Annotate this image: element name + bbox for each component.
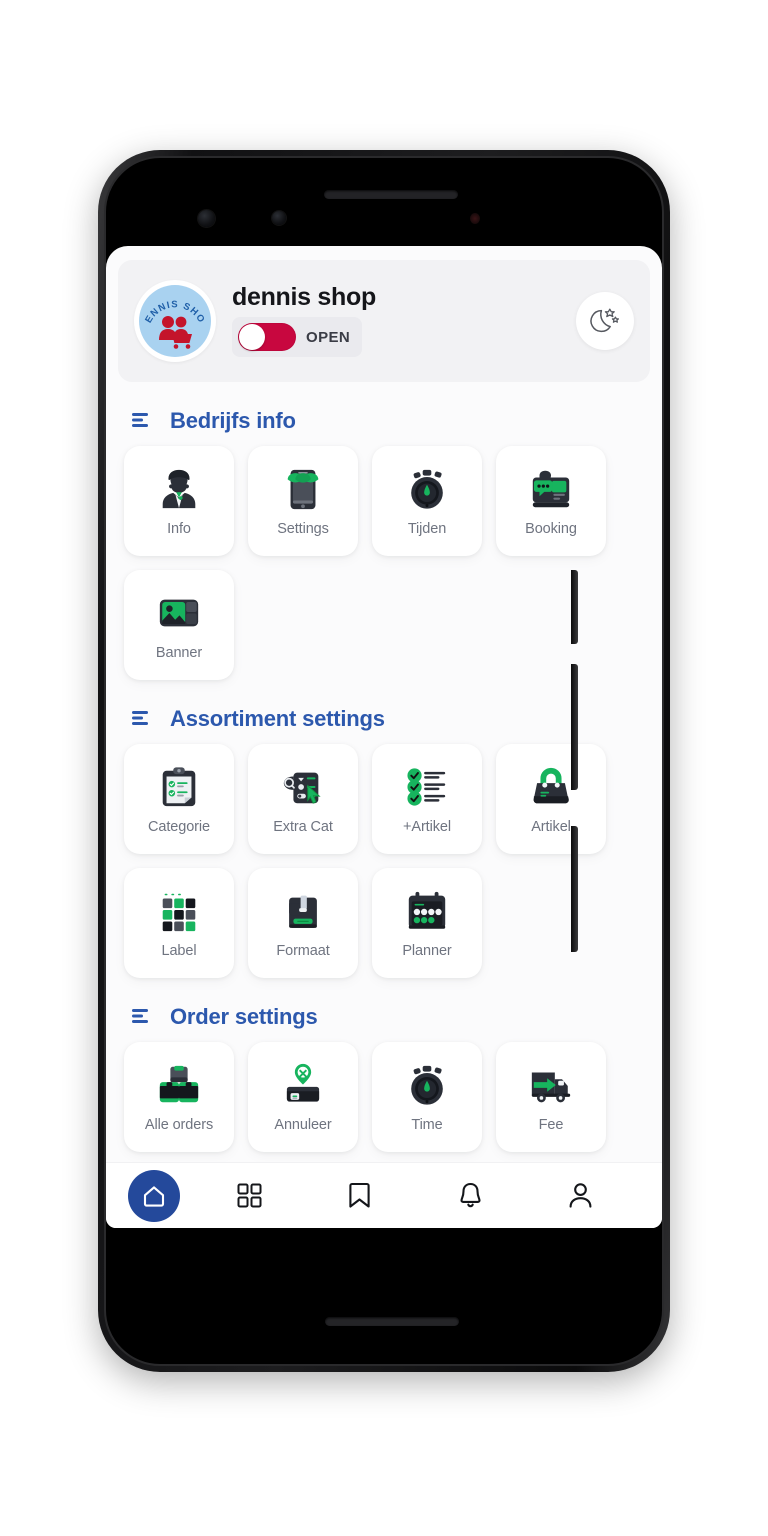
tile-grid-bedrijfs-info: Info Settings Tijden Booking Banner bbox=[106, 446, 662, 680]
stopwatch-icon bbox=[411, 1065, 443, 1105]
search-list-cursor-icon bbox=[283, 772, 321, 804]
section-header-bedrijfs-info: Bedrijfs info bbox=[106, 382, 662, 446]
page-title: dennis shop bbox=[232, 283, 376, 311]
screenshot-canvas: DENNIS SHOP bbox=[0, 0, 768, 1536]
tile-info[interactable]: Info bbox=[124, 446, 234, 556]
tile-label: Extra Cat bbox=[273, 818, 333, 835]
shop-logo-icon: DENNIS SHOP bbox=[139, 285, 211, 357]
open-status-toggle[interactable]: OPEN bbox=[232, 317, 363, 357]
tile-label: Fee bbox=[538, 1116, 564, 1133]
bottom-speaker bbox=[325, 1317, 459, 1326]
tile-alle-orders[interactable]: Alle orders bbox=[124, 1042, 234, 1152]
tile-grid-order-settings: Alle orders Annuleer Time Fee bbox=[106, 1042, 662, 1152]
phone-screen-bezel: DENNIS SHOP bbox=[104, 156, 664, 1366]
moon-stars-icon bbox=[590, 308, 619, 333]
volume-down-button[interactable] bbox=[571, 664, 578, 790]
shop-identity: dennis shop OPEN bbox=[232, 285, 376, 357]
tile-fee[interactable]: Fee bbox=[496, 1042, 606, 1152]
tile-extra-cat[interactable]: Extra Cat bbox=[248, 744, 358, 854]
bell-icon bbox=[460, 1182, 481, 1208]
delivery-truck-arrow-icon bbox=[531, 1072, 571, 1102]
tile-label: Info bbox=[167, 520, 191, 537]
tile-annuleer[interactable]: Annuleer bbox=[248, 1042, 358, 1152]
shop-header-card: DENNIS SHOP bbox=[118, 260, 650, 382]
storefront-icon bbox=[287, 469, 319, 509]
avatar[interactable]: DENNIS SHOP bbox=[134, 280, 216, 362]
tile-label: Settings bbox=[277, 520, 329, 537]
tile-label: Categorie bbox=[148, 818, 210, 835]
toggle-switch-on[interactable] bbox=[238, 323, 296, 351]
tile-label: Label bbox=[161, 942, 197, 959]
home-icon bbox=[143, 1185, 165, 1207]
image-placeholder-icon bbox=[159, 599, 199, 626]
tile-label-tile[interactable]: Label bbox=[124, 868, 234, 978]
power-button[interactable] bbox=[571, 826, 578, 952]
clipboard-checklist-icon bbox=[162, 766, 196, 806]
list-lines-icon bbox=[132, 413, 148, 427]
nav-item-profile[interactable] bbox=[526, 1163, 637, 1228]
tile-label: Banner bbox=[155, 644, 203, 661]
bookmark-icon bbox=[349, 1182, 370, 1208]
tile-banner[interactable]: Banner bbox=[124, 570, 234, 680]
tile-label: Booking bbox=[525, 520, 577, 537]
grid-icon bbox=[237, 1183, 262, 1208]
tile-label: Annuleer bbox=[274, 1116, 332, 1133]
app-screen: DENNIS SHOP bbox=[106, 246, 662, 1228]
person-suit-icon bbox=[162, 469, 196, 508]
nav-item-apps[interactable] bbox=[194, 1163, 305, 1228]
package-box-icon bbox=[289, 895, 317, 928]
scroll-content[interactable]: DENNIS SHOP bbox=[106, 246, 662, 1162]
nav-item-home[interactable] bbox=[128, 1163, 180, 1228]
box-cancel-pin-icon bbox=[286, 1063, 320, 1102]
shopping-bag-icon bbox=[533, 767, 569, 803]
indicator-led-icon bbox=[470, 213, 480, 224]
phone-device-frame: DENNIS SHOP bbox=[98, 150, 670, 1372]
tile-planner[interactable]: Planner bbox=[372, 868, 482, 978]
boxes-stack-icon bbox=[159, 1065, 199, 1102]
chat-booking-icon bbox=[532, 470, 570, 507]
night-mode-button[interactable] bbox=[576, 292, 634, 350]
tile-time[interactable]: Time bbox=[372, 1042, 482, 1152]
tile-categorie[interactable]: Categorie bbox=[124, 744, 234, 854]
tile-tijden[interactable]: Tijden bbox=[372, 446, 482, 556]
tile-formaat[interactable]: Formaat bbox=[248, 868, 358, 978]
section-title: Order settings bbox=[170, 1004, 318, 1029]
tile-label: Artikel bbox=[531, 818, 571, 835]
tile-label: Alle orders bbox=[144, 1116, 214, 1133]
tile-label: Tijden bbox=[407, 520, 447, 537]
earpiece-speaker bbox=[324, 190, 458, 199]
nav-item-bookmarks[interactable] bbox=[305, 1163, 416, 1228]
tile-label: Planner bbox=[402, 942, 452, 959]
section-title: Assortiment settings bbox=[170, 706, 385, 731]
status-badge: OPEN bbox=[306, 328, 351, 346]
checklist-lines-icon bbox=[407, 767, 446, 806]
volume-up-button[interactable] bbox=[571, 570, 578, 644]
stopwatch-icon bbox=[411, 469, 443, 509]
bottom-navigation-bar bbox=[106, 1162, 662, 1228]
nav-item-notifications[interactable] bbox=[415, 1163, 526, 1228]
tile-label: +Artikel bbox=[403, 818, 451, 835]
tile-label: Formaat bbox=[276, 942, 330, 959]
tile-artikel[interactable]: Artikel bbox=[496, 744, 606, 854]
front-camera-icon bbox=[198, 210, 215, 227]
sensor-icon bbox=[272, 211, 286, 225]
list-lines-icon bbox=[132, 711, 148, 725]
list-lines-icon bbox=[132, 1009, 148, 1023]
tile-plus-artikel[interactable]: +Artikel bbox=[372, 744, 482, 854]
grid-squares-icon bbox=[162, 893, 196, 931]
person-icon bbox=[569, 1183, 592, 1208]
home-active-pill[interactable] bbox=[128, 1169, 180, 1222]
section-header-order-settings: Order settings bbox=[106, 978, 662, 1042]
tile-label: Time bbox=[411, 1116, 443, 1133]
tile-booking[interactable]: Booking bbox=[496, 446, 606, 556]
toggle-knob bbox=[239, 324, 265, 350]
section-title: Bedrijfs info bbox=[170, 408, 296, 433]
tile-grid-assortiment-settings: Categorie Extra Cat +Artikel Artikel Lab… bbox=[106, 744, 662, 978]
tile-settings[interactable]: Settings bbox=[248, 446, 358, 556]
section-header-assortiment-settings: Assortiment settings bbox=[106, 680, 662, 744]
calendar-icon bbox=[408, 891, 446, 929]
